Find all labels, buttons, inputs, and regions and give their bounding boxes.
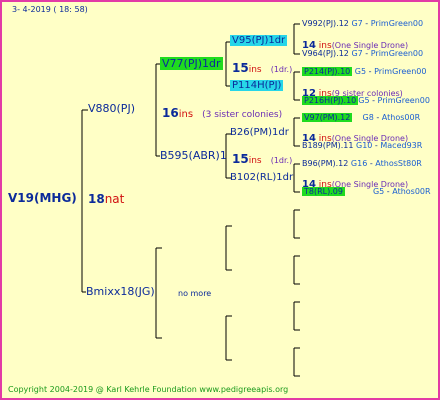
pedigree-frame: 3- 4-2019 ( 18: 58) V19(MHG) 18nat V880(… [0,0,440,400]
v77-queen: V77(PJ)1dr [160,57,223,70]
copyright-footer: Copyright 2004-2019 @ Karl Kehrle Founda… [8,385,289,394]
sire-generation: 16ins (3 sister colonies) [162,104,282,120]
gen4-row-4: P216H(PJ).10 G5 - PrimGreen00 [302,96,430,105]
gen4-row-6: B189(PM).11 G10 - Maced93R [302,141,423,150]
gen4-row-2: V964(PJ).12 G7 - PrimGreen00 [302,49,424,58]
root-gen-unit: nat [104,192,125,206]
v77-note: (1dr.) [270,65,293,74]
b595-gen-number: 15 [232,152,249,166]
gen4-row-1: V992(PJ).12 G7 - PrimGreen00 [302,19,424,28]
dam-queen: Bmixx18(JG) [86,285,155,298]
root-generation: 18nat [88,193,124,205]
v95-queen: V95(PJ)1dr [230,35,288,46]
sire-gen-unit: ins [178,109,194,120]
root-gen-number: 18 [88,192,105,206]
gen4-row-5: V97(PM).12 G8 - Athos00R [302,113,421,122]
gen4-row-7: B96(PM).12 G16 - AthosSt80R [302,159,422,168]
b595-generation: 15ins (1dr.) [232,150,292,166]
b595-gen-unit: ins [248,156,262,166]
p114h-queen: P114H(PJ) [230,80,284,91]
root-queen: V19(MHG) [8,191,77,205]
v77-generation: 15ins (1dr.) [232,59,292,75]
b595-note: (1dr.) [270,156,293,165]
v77-gen-number: 15 [232,61,249,75]
sire-queen: V880(PJ) [88,102,135,115]
date-stamp: 3- 4-2019 ( 18: 58) [12,5,88,14]
b102-queen: B102(RL)1dr [230,172,294,183]
dam-no-more: no more [178,289,212,298]
b595-queen: B595(ABR)1 [160,149,227,162]
sire-gen-number: 16 [162,106,179,120]
v77-gen-unit: ins [248,65,262,75]
b26-queen: B26(PM)1dr [230,127,289,138]
gen4-row-3: P214(PJ).10 G5 - PrimGreen00 [302,67,427,76]
gen4-row-8: T8(RL).09 G5 - Athos00R [302,187,431,196]
sire-note: (3 sister colonies) [202,110,283,120]
